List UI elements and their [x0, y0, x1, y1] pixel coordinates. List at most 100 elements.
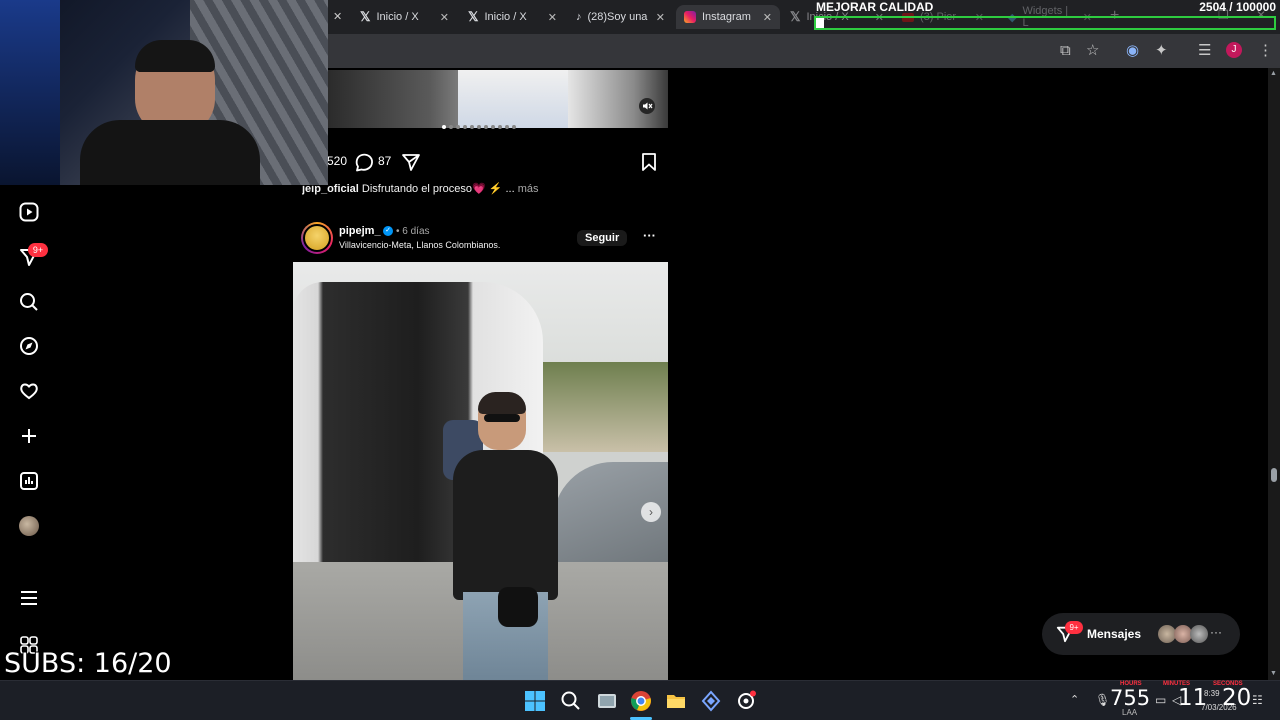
mic-level-readout: 755: [1110, 686, 1151, 710]
tab-instagram[interactable]: Instagram ✕: [676, 5, 780, 29]
install-app-icon[interactable]: ⧉: [1060, 42, 1071, 60]
bookmark-star-icon[interactable]: ☆: [1086, 42, 1099, 60]
photo-subject-shirt: [453, 450, 558, 600]
instagram-sidebar: 9+: [0, 185, 60, 665]
comments-count: 87: [378, 154, 392, 168]
save-bookmark-icon[interactable]: [640, 152, 658, 172]
caption-text: Disfrutando el proceso💗 ⚡ ...: [361, 183, 515, 195]
cam-blue-light: [0, 0, 60, 185]
comment-icon[interactable]: [354, 152, 374, 172]
story-ring[interactable]: [301, 222, 333, 254]
x-logo-icon: 𝕏: [790, 9, 801, 24]
share-icon[interactable]: [401, 152, 421, 172]
goal-progress-bar: [814, 16, 1276, 30]
tab-title: (28)Soy una: [587, 11, 648, 23]
follow-button[interactable]: Seguir: [577, 230, 628, 246]
messages-badge: 9+: [1065, 621, 1083, 634]
goal-overlay: MEJORAR CALIDAD 2504 / 100000: [816, 0, 1280, 16]
post-photo[interactable]: ›: [293, 262, 668, 680]
streamlabs-icon[interactable]: [700, 690, 722, 712]
notifications-heart-icon[interactable]: [19, 381, 39, 401]
explore-compass-icon[interactable]: [19, 336, 39, 356]
tab-close-icon[interactable]: ✕: [440, 11, 449, 24]
likes-count: 520: [327, 154, 348, 168]
photo-area: [458, 70, 568, 128]
goal-counter: 2504 / 100000: [1199, 0, 1276, 14]
verified-badge-icon: ✓: [383, 226, 393, 236]
tab-x-1[interactable]: 𝕏 Inicio / X ✕: [352, 5, 457, 29]
network-icon[interactable]: ▭: [1155, 693, 1166, 707]
scroll-up-arrow-icon[interactable]: ▲: [1270, 70, 1277, 77]
tiktok-icon: ♪: [576, 11, 582, 23]
post-username[interactable]: pipejm_: [339, 225, 381, 237]
carousel-dot: [470, 125, 474, 129]
more-contacts-icon: ···: [1210, 625, 1222, 639]
page-scrollbar[interactable]: ▲ ▼: [1268, 68, 1280, 680]
x-logo-icon: 𝕏: [468, 9, 479, 24]
reels-icon[interactable]: [19, 202, 39, 222]
photo-subject-bag: [498, 587, 538, 627]
language-indicator[interactable]: LAA: [1122, 708, 1137, 717]
profile-avatar[interactable]: J: [1226, 42, 1242, 58]
carousel-dot: [512, 125, 516, 129]
streamer-webcam: [0, 0, 328, 185]
extension-audio-icon[interactable]: ◉: [1126, 42, 1139, 60]
notification-center-icon[interactable]: ☷: [1252, 693, 1263, 707]
taskbar-search-icon[interactable]: [560, 690, 582, 712]
tab-close-icon[interactable]: ✕: [763, 11, 772, 24]
goal-title: MEJORAR CALIDAD: [816, 0, 934, 14]
timer-label-minutes: MINUTES: [1163, 681, 1190, 687]
cam-body: [80, 120, 260, 185]
carousel-dot-active: [442, 125, 446, 129]
tab-title: Instagram: [702, 11, 751, 23]
task-view-icon[interactable]: [596, 690, 618, 712]
extensions-puzzle-icon[interactable]: ✦: [1155, 42, 1168, 60]
notification-badge: 9+: [28, 243, 48, 257]
messages-floating-button[interactable]: 9+ Mensajes ···: [1042, 613, 1240, 655]
tab-tiktok[interactable]: ♪ (28)Soy una ✕: [568, 5, 673, 29]
file-explorer-icon[interactable]: [665, 690, 687, 712]
show-hidden-icons-icon[interactable]: ⌃: [1070, 693, 1079, 706]
more-options-icon[interactable]: ···: [643, 228, 656, 243]
tab-close-icon[interactable]: ✕: [548, 11, 557, 24]
app-settings-icon[interactable]: [735, 690, 757, 712]
tab-close-icon[interactable]: ✕: [333, 10, 342, 23]
x-logo-icon: 𝕏: [360, 9, 371, 24]
dashboard-stats-icon[interactable]: [19, 471, 39, 491]
carousel-dot: [498, 125, 502, 129]
microphone-icon[interactable]: 🎙: [1095, 693, 1110, 707]
more-menu-icon[interactable]: [19, 588, 39, 608]
user-avatar: [303, 224, 331, 252]
reading-list-icon[interactable]: ☰: [1198, 42, 1211, 60]
windows-start-icon[interactable]: [524, 690, 546, 712]
tab-x-2[interactable]: 𝕏 Inicio / X ✕: [460, 5, 565, 29]
clock-time[interactable]: 8:39: [1204, 689, 1220, 698]
carousel-next-arrow-icon[interactable]: ›: [641, 502, 661, 522]
caption-more-link[interactable]: más: [518, 183, 539, 195]
tab-title: Inicio / X: [484, 11, 527, 23]
chrome-taskbar-icon[interactable]: [630, 690, 652, 712]
search-icon[interactable]: [19, 292, 39, 312]
scroll-down-arrow-icon[interactable]: ▼: [1270, 670, 1277, 677]
subs-goal-overlay: SUBS: 16/20: [4, 648, 172, 679]
post-age: • 6 días: [396, 226, 430, 237]
timer-label-hours: HOURS: [1120, 681, 1142, 687]
post-location[interactable]: Villavicencio-Meta, Llanos Colombianos.: [339, 240, 500, 250]
previous-post-media[interactable]: [328, 70, 668, 128]
carousel-dot: [449, 125, 453, 129]
photo-subject-head: [478, 392, 526, 450]
timer-label-seconds: SECONDS: [1213, 681, 1243, 687]
muted-audio-icon[interactable]: [639, 98, 655, 114]
profile-avatar[interactable]: [19, 516, 39, 536]
create-plus-icon[interactable]: [19, 426, 39, 446]
post-action-bar: 520 87: [326, 152, 668, 172]
carousel-dot: [463, 125, 467, 129]
browser-menu-icon[interactable]: ⋮: [1258, 42, 1273, 60]
tab-close-icon[interactable]: ✕: [656, 11, 665, 24]
tab-title: Inicio / X: [376, 11, 419, 23]
carousel-dot: [505, 125, 509, 129]
carousel-dot: [456, 125, 460, 129]
post-header: pipejm_ ✓ • 6 días Villavicencio-Meta, L…: [301, 222, 668, 254]
post-caption: jeip_oficial Disfrutando el proceso💗 ⚡ .…: [302, 182, 668, 196]
scrollbar-thumb[interactable]: [1271, 468, 1277, 482]
